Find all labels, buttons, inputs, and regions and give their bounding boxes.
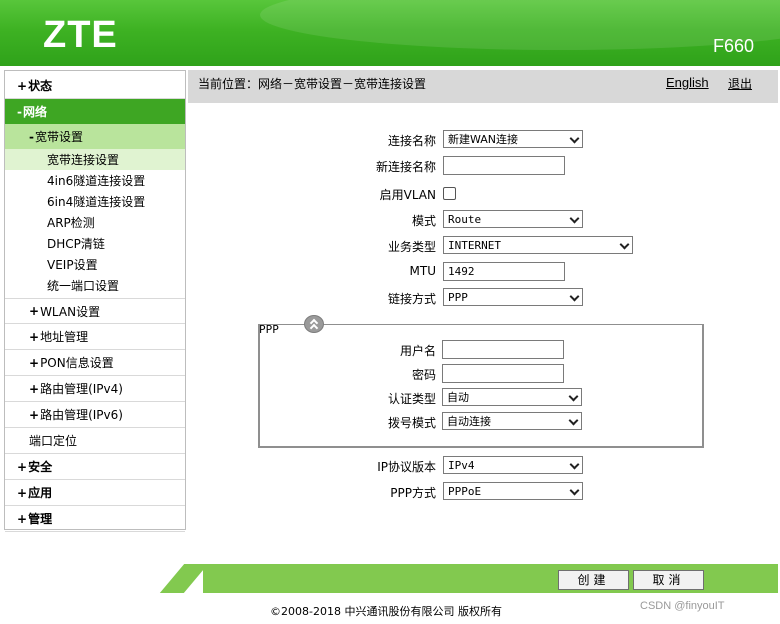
nav-pon-info[interactable]: + PON信息设置: [5, 350, 185, 376]
chevron-down-icon: [569, 485, 580, 496]
nav-broadband-connection[interactable]: 宽带连接设置: [5, 149, 185, 170]
nav-label: 安全: [28, 460, 53, 474]
expand-icon: +: [29, 355, 40, 370]
select-value: 自动: [447, 391, 469, 404]
nav-label: 网络: [22, 105, 47, 119]
nav-label: 宽带设置: [34, 130, 83, 144]
select-value: IPv4: [448, 459, 475, 472]
header-decoration: [260, 0, 780, 50]
nav-label: 状态: [28, 79, 53, 93]
collapse-icon: -: [17, 104, 22, 119]
nav-veip[interactable]: VEIP设置: [5, 254, 185, 275]
nav-unified-port[interactable]: 统一端口设置: [5, 275, 185, 296]
ppp-group-title: PPP: [259, 323, 279, 336]
copyright-text: ©2008-2018 中兴通讯股份有限公司 版权所有: [270, 605, 502, 618]
service-type-label: 业务类型: [387, 240, 436, 254]
nav-route-ipv4[interactable]: + 路由管理(IPv4): [5, 376, 185, 402]
expand-icon: +: [17, 459, 28, 474]
select-value: 新建WAN连接: [448, 133, 519, 146]
dial-mode-select[interactable]: 自动连接: [442, 412, 582, 430]
device-model: F660: [712, 36, 754, 56]
logout-link[interactable]: 退出: [728, 75, 752, 92]
header-banner: ZTE F660: [0, 0, 780, 66]
bar-decoration: [159, 564, 209, 593]
collapse-icon: -: [29, 129, 34, 144]
password-input[interactable]: [442, 364, 564, 383]
password-label: 密码: [411, 368, 436, 382]
expand-icon: +: [29, 329, 40, 344]
zte-logo: ZTE: [43, 14, 118, 56]
enable-vlan-checkbox[interactable]: [443, 187, 456, 200]
chevron-down-icon: [569, 133, 580, 144]
mode-label: 模式: [411, 214, 436, 228]
new-connection-name-input[interactable]: [443, 156, 565, 175]
select-value: 自动连接: [447, 415, 491, 428]
expand-icon: +: [29, 407, 40, 422]
nav-port-locate[interactable]: 端口定位: [5, 428, 185, 454]
breadcrumb: 当前位置：网络－宽带设置－宽带连接设置: [198, 77, 427, 91]
chevron-down-icon: [569, 459, 580, 470]
nav-address-management[interactable]: + 地址管理: [5, 324, 185, 350]
ip-version-label: IP协议版本: [377, 460, 436, 474]
watermark-text: CSDN @finyouIT: [640, 600, 725, 612]
enable-vlan-label: 启用VLAN: [379, 188, 436, 202]
nav-label: WLAN设置: [40, 304, 101, 319]
expand-icon: +: [17, 78, 28, 93]
new-connection-name-label: 新连接名称: [375, 160, 436, 174]
chevron-down-icon: [569, 291, 580, 302]
select-value: PPPoE: [448, 485, 482, 498]
nav-application[interactable]: + 应用: [5, 480, 185, 506]
cancel-button[interactable]: 取消: [633, 570, 704, 590]
ppp-mode-select[interactable]: PPPoE: [443, 482, 583, 500]
nav-route-ipv6[interactable]: + 路由管理(IPv6): [5, 402, 185, 428]
nav-label: 应用: [28, 486, 53, 500]
nav-security[interactable]: + 安全: [5, 454, 185, 480]
expand-icon: +: [29, 381, 40, 396]
chevron-down-icon: [569, 213, 580, 224]
auth-type-select[interactable]: 自动: [442, 388, 582, 406]
create-button[interactable]: 创建: [558, 570, 629, 590]
expand-icon: +: [17, 511, 28, 526]
breadcrumb-bar: 当前位置：网络－宽带设置－宽带连接设置 English 退出: [188, 70, 778, 103]
nav-4in6-tunnel[interactable]: 4in6隧道连接设置: [5, 170, 185, 191]
nav-management[interactable]: + 管理: [5, 506, 185, 532]
link-type-select[interactable]: PPP: [443, 288, 583, 306]
username-label: 用户名: [399, 344, 436, 358]
username-input[interactable]: [442, 340, 564, 359]
link-type-label: 链接方式: [387, 292, 436, 306]
select-value: PPP: [448, 291, 468, 304]
nav-label: 路由管理(IPv6): [40, 408, 123, 422]
nav-6in4-tunnel[interactable]: 6in4隧道连接设置: [5, 191, 185, 212]
dial-mode-label: 拨号模式: [387, 416, 436, 430]
connection-name-select[interactable]: 新建WAN连接: [443, 130, 583, 148]
nav-label: PON信息设置: [40, 356, 114, 370]
select-value: Route: [448, 213, 482, 226]
expand-icon: +: [29, 304, 40, 318]
mode-select[interactable]: Route: [443, 210, 583, 228]
connection-name-label: 连接名称: [387, 134, 436, 148]
collapse-icon[interactable]: [304, 315, 324, 333]
auth-type-label: 认证类型: [387, 392, 436, 406]
nav-arp-detect[interactable]: ARP检测: [5, 212, 185, 233]
chevron-down-icon: [619, 239, 630, 250]
sidebar: + 状态 - 网络 - 宽带设置 宽带连接设置 4in6隧道连接设置 6in4隧道连接…: [4, 70, 186, 532]
mtu-input[interactable]: [443, 262, 565, 281]
expand-icon: +: [17, 485, 28, 500]
nav-label: 管理: [28, 512, 53, 526]
nav-broadband-settings[interactable]: - 宽带设置: [5, 124, 185, 150]
nav-wlan[interactable]: + WLAN设置: [5, 298, 185, 324]
ppp-mode-label: PPP方式: [390, 486, 436, 500]
nav-label: 路由管理(IPv4): [40, 382, 123, 396]
language-link[interactable]: English: [666, 75, 709, 90]
nav-network[interactable]: - 网络: [5, 99, 185, 125]
select-value: INTERNET: [448, 239, 501, 252]
nav-status[interactable]: + 状态: [5, 73, 185, 99]
nav-label: 地址管理: [40, 330, 89, 344]
chevron-down-icon: [568, 415, 579, 426]
ip-version-select[interactable]: IPv4: [443, 456, 583, 474]
chevron-down-icon: [568, 391, 579, 402]
mtu-label: MTU: [409, 264, 436, 278]
service-type-select[interactable]: INTERNET: [443, 236, 633, 254]
nav-dhcp-clear[interactable]: DHCP清链: [5, 233, 185, 254]
